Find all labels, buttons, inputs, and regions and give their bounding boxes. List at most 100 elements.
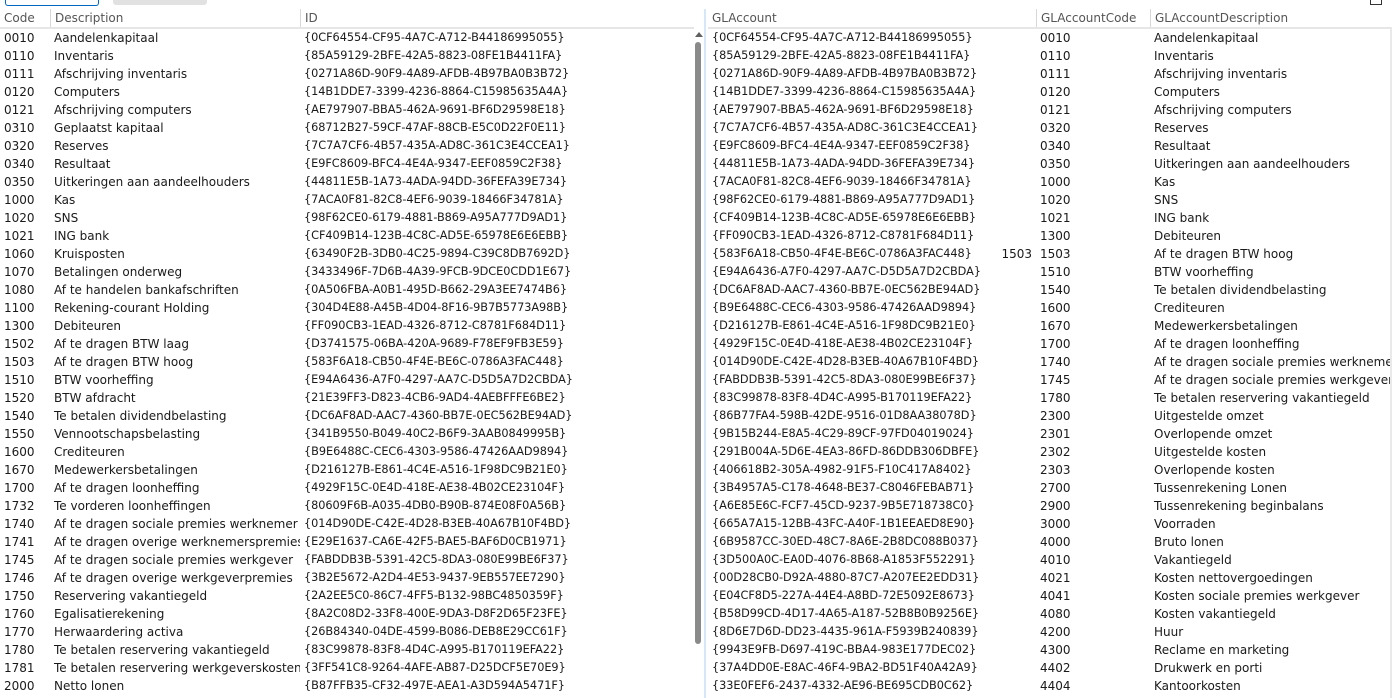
table-row[interactable]: {DC6AF8AD-AAC7-4360-BB7E-0EC562BE94AD} 15… [708, 281, 1392, 299]
table-row[interactable]: 1746 Af te dragen overige werkgeverpremie… [0, 569, 694, 587]
table-row[interactable]: 1020 SNS {98F62CE0-6179-4881-B869-A95A777D… [0, 209, 694, 227]
table-row[interactable]: {8D6E7D6D-DD23-4435-961A-F5939B240839} 42… [708, 623, 1392, 641]
table-row[interactable]: 1021 ING bank {CF409B14-123B-4C8C-AD5E-659… [0, 227, 694, 245]
table-row[interactable]: {B9E6488C-CEC6-4303-9586-47426AAD9894} 16… [708, 299, 1392, 317]
table-row[interactable]: 1780 Te betalen reservering vakantiegeld {… [0, 641, 694, 659]
table-row[interactable]: {0271A86D-90F9-4A89-AFDB-4B97BA0B3B72} 01… [708, 65, 1392, 83]
table-row[interactable]: {6B9587CC-30ED-48C7-8A6E-2B8DC088B037} 40… [708, 533, 1392, 551]
table-row[interactable]: 1000 Kas {7ACA0F81-82C8-4EF6-9039-18466F34… [0, 191, 694, 209]
table-row[interactable]: 2000 Netto lonen {B87FFB35-CF32-497E-AEA1-… [0, 677, 694, 695]
table-row[interactable]: 1740 Af te dragen sociale premies werknem… [0, 515, 694, 533]
table-row[interactable]: {44811E5B-1A73-4ADA-94DD-36FEFA39E734} 03… [708, 155, 1392, 173]
table-row[interactable]: 0121 Afschrijving computers {AE797907-BBA5… [0, 101, 694, 119]
column-header-glaccountdescription[interactable]: GLAccountDescription [1150, 9, 1392, 27]
table-row[interactable]: 1503 Af te dragen BTW hoog {583F6A18-CB50-… [0, 353, 694, 371]
table-row[interactable]: 1700 Af te dragen loonheffing {4929F15C-0E… [0, 479, 694, 497]
table-row[interactable]: 1732 Te vorderen loonheffingen {80609F6B-A… [0, 497, 694, 515]
table-row[interactable]: 1060 Kruisposten {63490F2B-3DB0-4C25-9894-… [0, 245, 694, 263]
table-row[interactable]: 1300 Debiteuren {FF090CB3-1EAD-4326-8712-C… [0, 317, 694, 335]
table-row[interactable]: {665A7A15-12BB-43FC-A40F-1B1EEAED8E90} 30… [708, 515, 1392, 533]
table-row[interactable]: {14B1DDE7-3399-4236-8864-C15985635A4A} 01… [708, 83, 1392, 101]
cell-description: Kruisposten [54, 247, 125, 261]
table-row[interactable]: {583F6A18-CB50-4F4E-BE6C-0786A3FAC448} 15… [708, 245, 1392, 263]
scroll-up-arrow-icon[interactable] [695, 32, 703, 37]
table-row[interactable]: {0CF64554-CF95-4A7C-A712-B44186995055} 00… [708, 29, 1392, 47]
cell-glaccount: {85A59129-2BFE-42A5-8823-08FE1B4411FA} [712, 49, 971, 62]
table-row[interactable]: 0340 Resultaat {E9FC8609-BFC4-4E4A-9347-EE… [0, 155, 694, 173]
cell-code: 0111 [4, 67, 35, 81]
table-row[interactable]: 1080 Af te handelen bankafschriften {0A506… [0, 281, 694, 299]
cell-description: Te betalen dividendbelasting [54, 409, 227, 423]
table-row[interactable]: {4929F15C-0E4D-418E-AE38-4B02CE23104F} 17… [708, 335, 1392, 353]
table-row[interactable]: {7ACA0F81-82C8-4EF6-9039-18466F34781A} 10… [708, 173, 1392, 191]
table-row[interactable]: {406618B2-305A-4982-91F5-F10C417A8402} 23… [708, 461, 1392, 479]
table-row[interactable]: {9943E9FB-D697-419C-BBA4-983E177DEC02} 43… [708, 641, 1392, 659]
table-row[interactable]: 0111 Afschrijving inventaris {0271A86D-90F… [0, 65, 694, 83]
cell-glaccountdescription: Voorraden [1154, 517, 1216, 531]
table-row[interactable]: {83C99878-83F8-4D4C-A995-B170119EFA22} 17… [708, 389, 1392, 407]
table-row[interactable]: {86B77FA4-598B-42DE-9516-01D8AA38078D} 23… [708, 407, 1392, 425]
table-row[interactable]: 1760 Egalisatierekening {8A2C08D2-33F8-400… [0, 605, 694, 623]
table-row[interactable]: 0010 Aandelenkapitaal {0CF64554-CF95-4A7C-… [0, 29, 694, 47]
table-row[interactable]: {37A4DD0E-E8AC-46F4-9BA2-BD51F40A42A9} 44… [708, 659, 1392, 677]
cell-glaccountcode: 1670 [1040, 319, 1071, 333]
table-row[interactable]: {FF090CB3-1EAD-4326-8712-C8781F684D11} 13… [708, 227, 1392, 245]
table-row[interactable]: 1781 Te betalen reservering werkgeverskos… [0, 659, 694, 677]
table-row[interactable]: 0310 Geplaatst kapitaal {68712B27-59CF-47A… [0, 119, 694, 137]
table-row[interactable]: 0320 Reserves {7C7A7CF6-4B57-435A-AD8C-361… [0, 137, 694, 155]
table-row[interactable]: 1770 Herwaardering activa {26B84340-04DE-4… [0, 623, 694, 641]
table-row[interactable]: 1550 Vennootschapsbelasting {341B9550-B049… [0, 425, 694, 443]
table-row[interactable]: {014D90DE-C42E-4D28-B3EB-40A67B10F4BD} 17… [708, 353, 1392, 371]
table-row[interactable]: {85A59129-2BFE-42A5-8823-08FE1B4411FA} 01… [708, 47, 1392, 65]
table-row[interactable]: {33E0FEF6-2437-4332-AE96-BE695CDB0C62} 44… [708, 677, 1392, 695]
cell-glaccount: {291B004A-5D6E-4EA3-86FD-86DDB306DBFE} [712, 445, 980, 458]
cell-glaccountdescription: Kas [1154, 175, 1176, 189]
table-row[interactable]: 1502 Af te dragen BTW laag {D3741575-06BA-… [0, 335, 694, 353]
table-row[interactable]: 0110 Inventaris {85A59129-2BFE-42A5-8823-0… [0, 47, 694, 65]
table-row[interactable]: {291B004A-5D6E-4EA3-86FD-86DDB306DBFE} 23… [708, 443, 1392, 461]
cell-id: {E9FC8609-BFC4-4E4A-9347-EEF0859C2F38} [304, 157, 563, 170]
table-row[interactable]: {3D500A0C-EA0D-4076-8B68-A1853F552291} 40… [708, 551, 1392, 569]
cell-description: Computers [54, 85, 120, 99]
table-row[interactable]: 0350 Uitkeringen aan aandeelhouders {44811… [0, 173, 694, 191]
table-row[interactable]: {3B4957A5-C178-4648-BE37-C8046FEBAB71} 27… [708, 479, 1392, 497]
scrollbar-thumb[interactable] [695, 42, 701, 644]
column-header-id[interactable]: ID [300, 9, 694, 27]
table-row[interactable]: {7C7A7CF6-4B57-435A-AD8C-361C3E4CCEA1} 03… [708, 119, 1392, 137]
column-header-description[interactable]: Description [50, 9, 300, 27]
table-row[interactable]: 1540 Te betalen dividendbelasting {DC6AF8A… [0, 407, 694, 425]
column-header-code[interactable]: Code [0, 9, 50, 27]
table-row[interactable]: {CF409B14-123B-4C8C-AD5E-65978E6E6EBB} 10… [708, 209, 1392, 227]
maximize-icon[interactable] [1370, 0, 1382, 5]
table-row[interactable]: {B58D99CD-4D17-4A65-A187-52B8B0B9256E} 40… [708, 605, 1392, 623]
accounts-grid[interactable]: Code Description ID 0010 Aandelenkapitaal… [0, 9, 694, 698]
table-row[interactable]: 0120 Computers {14B1DDE7-3399-4236-8864-C1… [0, 83, 694, 101]
table-row[interactable]: {E94A6436-A7F0-4297-AA7C-D5D5A7D2CBDA} 15… [708, 263, 1392, 281]
pane-splitter[interactable] [704, 9, 706, 698]
table-row[interactable]: 1745 Af te dragen sociale premies werkgev… [0, 551, 694, 569]
table-row[interactable]: 1520 BTW afdracht {21E39FF3-D823-4CB6-9AD4… [0, 389, 694, 407]
table-row[interactable]: {9B15B244-E8A5-4C29-89CF-97FD04019024} 23… [708, 425, 1392, 443]
table-row[interactable]: 1741 Af te dragen overige werknemerspremi… [0, 533, 694, 551]
toolbar-button-1[interactable] [5, 0, 99, 6]
table-row[interactable]: {E9FC8609-BFC4-4E4A-9347-EEF0859C2F38} 03… [708, 137, 1392, 155]
table-row[interactable]: 1070 Betalingen onderweg {3433496F-7D6B-4A… [0, 263, 694, 281]
table-row[interactable]: {AE797907-BBA5-462A-9691-BF6D29598E18} 01… [708, 101, 1392, 119]
table-row[interactable]: {00D28CB0-D92A-4880-87C7-A207EE2EDD31} 40… [708, 569, 1392, 587]
toolbar-button-2[interactable] [113, 0, 207, 5]
cell-glaccountdescription: BTW voorheffing [1154, 265, 1254, 279]
table-row[interactable]: 1670 Medewerkersbetalingen {D216127B-E861-… [0, 461, 694, 479]
table-row[interactable]: 1750 Reservering vakantiegeld {2A2EE5C0-86… [0, 587, 694, 605]
table-row[interactable]: 1100 Rekening-courant Holding {304D4E88-A4… [0, 299, 694, 317]
table-row[interactable]: {A6E85E6C-FCF7-45CD-9237-9B5E718738C0} 29… [708, 497, 1392, 515]
glaccount-grid[interactable]: GLAccount GLAccountCode GLAccountDescrip… [708, 9, 1392, 698]
table-row[interactable]: {98F62CE0-6179-4881-B869-A95A777D9AD1} 10… [708, 191, 1392, 209]
left-vertical-scrollbar[interactable] [694, 28, 704, 698]
column-header-glaccount[interactable]: GLAccount [708, 9, 1038, 27]
table-row[interactable]: 1510 BTW voorheffing {E94A6436-A7F0-4297-A… [0, 371, 694, 389]
table-row[interactable]: {D216127B-E861-4C4E-A516-1F98DC9B21E0} 16… [708, 317, 1392, 335]
table-row[interactable]: 1600 Crediteuren {B9E6488C-CEC6-4303-9586-… [0, 443, 694, 461]
table-row[interactable]: {FABDDB3B-5391-42C5-8DA3-080E99BE6F37} 17… [708, 371, 1392, 389]
table-row[interactable]: {E04CF8D5-227A-44E4-A8BD-72E5092E8673} 40… [708, 587, 1392, 605]
column-header-glaccountcode[interactable]: GLAccountCode [1036, 9, 1150, 27]
